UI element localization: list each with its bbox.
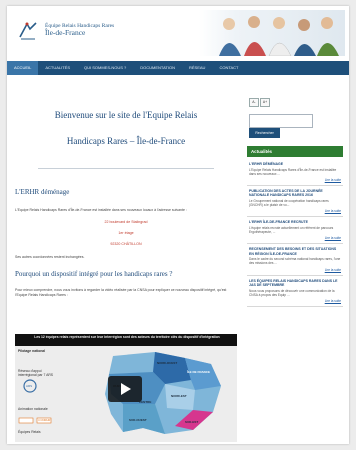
welcome-title: Bienvenue sur le site de l'Equipe Relais… bbox=[13, 110, 239, 147]
news-title[interactable]: LES ÉQUIPES RELAIS HANDICAPS RARES DANS … bbox=[249, 279, 341, 288]
news-excerpt: Le Groupement national de coopération ha… bbox=[249, 198, 329, 208]
read-more-link[interactable]: Lire la suite bbox=[249, 209, 341, 213]
nav-item-reseau[interactable]: RÉSEAU bbox=[182, 61, 212, 75]
site-header: Équipe Relais Handicaps Rares Île-de-Fra… bbox=[7, 6, 349, 58]
news-title[interactable]: L'ERHR DÉMÉNAGE bbox=[249, 162, 341, 167]
search-button[interactable]: Rechercher bbox=[249, 128, 280, 138]
nav-item-actualites[interactable]: ACTUALITÉS bbox=[38, 61, 77, 75]
read-more-link[interactable]: Lire la suite bbox=[249, 268, 341, 272]
integrated-heading: Pourquoi un dispositif intégré pour les … bbox=[15, 270, 173, 278]
map-label-sud-est: SUD-EST bbox=[185, 420, 199, 424]
video-player[interactable]: Les 12 équipes relais représentent sur l… bbox=[15, 334, 237, 442]
news-excerpt: L'équipe relais recrute actuellement un … bbox=[249, 225, 334, 234]
news-title[interactable]: RECENSEMENT DES BESOINS ET DES SITUATION… bbox=[249, 247, 341, 256]
video-label-pilotage: Pilotage national bbox=[18, 349, 46, 353]
move-outro: Ses autres coordonnées restent inchangée… bbox=[15, 255, 85, 259]
video-ars-badge: ARS bbox=[26, 384, 33, 388]
main-content: Bienvenue sur le site de l'Equipe Relais… bbox=[13, 82, 239, 444]
play-button-icon[interactable] bbox=[108, 376, 142, 402]
news-excerpt: Nous vous proposons de découvrir une com… bbox=[249, 288, 335, 297]
news-item: L'ERHR ÎLE-DE-FRANCE RECRUTE L'équipe re… bbox=[247, 217, 343, 245]
address-line2: 1er étage bbox=[118, 231, 134, 235]
nav-item-qui-sommes-nous[interactable]: QUI SOMMES-NOUS ? bbox=[77, 61, 133, 75]
news-excerpt: Dans le cadre du second schéma national … bbox=[249, 257, 341, 266]
divider bbox=[38, 168, 214, 169]
news-heading: Actualités bbox=[247, 146, 343, 157]
site-name[interactable]: Équipe Relais Handicaps Rares Île-de-Fra… bbox=[45, 23, 114, 38]
move-heading: L'ERHR déménage bbox=[15, 188, 70, 196]
news-title[interactable]: L'ERHR ÎLE-DE-FRANCE RECRUTE bbox=[249, 220, 341, 225]
news-item: PUBLICATION DES ACTES DE LA JOURNÉE NATI… bbox=[247, 186, 343, 218]
map-label-nord-est: NORD-EST bbox=[171, 394, 187, 398]
map-label-nord-ouest: NORD-OUEST bbox=[157, 361, 178, 365]
header-people-photo bbox=[199, 10, 345, 56]
news-title[interactable]: PUBLICATION DES ACTES DE LA JOURNÉE NATI… bbox=[249, 189, 341, 198]
news-item: L'ERHR DÉMÉNAGE L'Equipe Relais Handicap… bbox=[247, 159, 343, 186]
sidebar: A- A+ Rechercher Actualités L'ERHR DÉMÉN… bbox=[247, 82, 343, 444]
integrated-text: Pour mieux comprendre, nous vous inviton… bbox=[15, 288, 227, 297]
move-intro: L'Equipe Relais Handicaps Rares d'Île-de… bbox=[15, 208, 187, 212]
news-excerpt: L'Equipe Relais Handicaps Rares d'Île-de… bbox=[249, 167, 337, 176]
nav-item-documentation[interactable]: DOCUMENTATION bbox=[133, 61, 182, 75]
map-label-ile-de-france: ÎLE DE FRANCE bbox=[187, 370, 211, 374]
page: Équipe Relais Handicaps Rares Île-de-Fra… bbox=[7, 6, 349, 444]
video-title: Les 12 équipes relais représentent sur l… bbox=[34, 335, 220, 339]
welcome-line2: Handicaps Rares – Île-de-France bbox=[66, 135, 186, 146]
address-line3: 92320 CHÂTILLON bbox=[110, 242, 142, 246]
video-label-cnrhr: 4 CNRHR bbox=[38, 418, 51, 422]
news-list: L'ERHR DÉMÉNAGE L'Equipe Relais Handicap… bbox=[247, 159, 343, 307]
news-item: RECENSEMENT DES BESOINS ET DES SITUATION… bbox=[247, 244, 343, 276]
main-nav: ACCUEIL ACTUALITÉS QUI SOMMES-NOUS ? DOC… bbox=[7, 61, 349, 75]
site-name-line2: Île-de-France bbox=[45, 28, 86, 38]
video-label-reseau: Réseau d'appui interrégional par 7 ARS bbox=[18, 369, 54, 378]
site-logo-icon[interactable] bbox=[17, 20, 39, 42]
read-more-link[interactable]: Lire la suite bbox=[249, 178, 341, 182]
map-label-sud-ouest: SUD-OUEST bbox=[129, 418, 147, 422]
search-input[interactable] bbox=[249, 114, 313, 128]
read-more-link[interactable]: Lire la suite bbox=[249, 299, 341, 303]
nav-item-contact[interactable]: CONTACT bbox=[212, 61, 245, 75]
font-decrease-button[interactable]: A- bbox=[249, 98, 259, 107]
welcome-line1: Bienvenue sur le site de l'Equipe Relais bbox=[54, 110, 198, 120]
font-increase-button[interactable]: A+ bbox=[260, 98, 270, 107]
read-more-link[interactable]: Lire la suite bbox=[249, 236, 341, 240]
video-label-equipes: Équipes Relais bbox=[18, 430, 41, 434]
address-line1: 22 boulevard de Stalingrad bbox=[104, 220, 148, 224]
news-item: LES ÉQUIPES RELAIS HANDICAPS RARES DANS … bbox=[247, 276, 343, 307]
video-label-animation: Animation nationale bbox=[18, 407, 48, 411]
nav-item-accueil[interactable]: ACCUEIL bbox=[7, 61, 39, 75]
